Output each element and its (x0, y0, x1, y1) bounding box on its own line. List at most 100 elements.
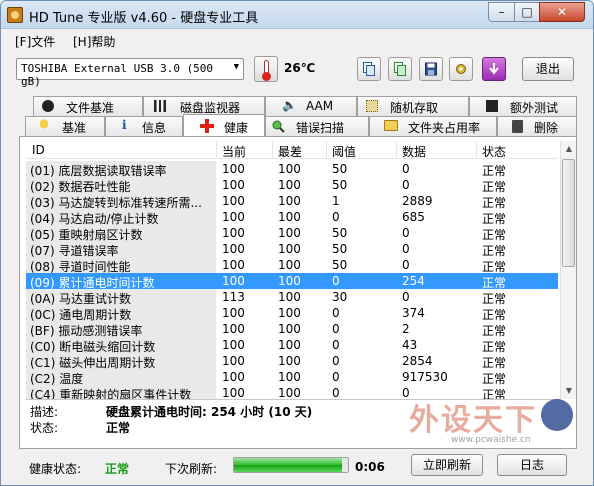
scroll-thumb[interactable] (562, 159, 575, 267)
tab-extra-tests[interactable]: 额外测试 (469, 96, 577, 116)
table-row[interactable]: (03) 马达旋转到标准转速所需... 100 100 1 2889 正常 (26, 193, 558, 210)
cell-worst: 100 (278, 178, 301, 192)
thermometer-icon (254, 56, 278, 82)
maximize-button[interactable]: □ (514, 2, 540, 22)
tab-file-benchmark[interactable]: 文件基准 (33, 96, 143, 116)
cell-data: 917530 (402, 370, 448, 384)
options-button[interactable] (449, 57, 473, 81)
download-button[interactable] (482, 57, 506, 81)
tab-disk-monitor[interactable]: 磁盘监视器 (143, 96, 265, 116)
cell-current: 113 (222, 290, 245, 304)
table-row[interactable]: (C1) 磁头伸出周期计数 100 100 0 2854 正常 (26, 353, 558, 370)
cell-data: 685 (402, 210, 425, 224)
cell-worst: 100 (278, 194, 301, 208)
description-value: 硬盘累计通电时间: 254 小时 (10 天) (106, 405, 313, 419)
tab-error-scan[interactable]: 错误扫描 (265, 116, 369, 136)
tab-label: 文件夹占用率 (408, 121, 481, 135)
column-header-threshold[interactable]: 阈值 (332, 143, 356, 160)
table-row[interactable]: (04) 马达启动/停止计数 100 100 0 685 正常 (26, 209, 558, 226)
info-icon: i (122, 118, 127, 132)
smart-table[interactable]: ID 当前 最差 阈值 数据 状态 (01) 底层数据读取错误率 100 100 50… (26, 141, 558, 399)
tab-benchmark[interactable]: 基准 (25, 116, 105, 136)
cell-worst: 100 (278, 370, 301, 384)
table-row[interactable]: (02) 数据吞吐性能 100 100 50 0 正常 (26, 177, 558, 194)
table-row[interactable]: (C2) 温度 100 100 0 917530 正常 (26, 369, 558, 386)
minimize-button[interactable]: – (488, 2, 515, 22)
cell-threshold: 0 (332, 274, 340, 288)
close-button[interactable]: ✕ (539, 2, 585, 22)
cell-id: (BF) 振动感测错误率 (26, 321, 216, 337)
drive-select[interactable]: TOSHIBA External USB 3.0 (500 gB) ▼ (16, 58, 244, 88)
title-bar[interactable]: HD Tune 专业版 v4.60 - 硬盘专业工具 – □ ✕ (1, 1, 593, 29)
tab-delete[interactable]: 删除 (497, 116, 577, 136)
table-row[interactable]: (07) 寻道错误率 100 100 50 0 正常 (26, 241, 558, 258)
cell-worst: 100 (278, 354, 301, 368)
status-bar: 健康状态: 正常 下次刷新: 0:06 立即刷新 日志 (1, 453, 593, 483)
hdtune-app-icon (7, 7, 23, 23)
column-header-status[interactable]: 状态 (482, 143, 506, 160)
toolbar: TOSHIBA External USB 3.0 (500 gB) ▼ 26℃ (1, 53, 593, 89)
table-row[interactable]: (0A) 马达重试计数 113 100 30 0 正常 (26, 289, 558, 306)
menu-file[interactable]: [F]文件 (15, 33, 55, 50)
table-row[interactable]: (BF) 振动感测错误率 100 100 0 2 正常 (26, 321, 558, 338)
scroll-up-icon[interactable]: ▲ (561, 141, 577, 157)
tab-health[interactable]: 健康 (183, 114, 265, 136)
menu-help[interactable]: [H]帮助 (73, 33, 115, 50)
error-scan-icon (271, 119, 285, 133)
table-header: ID 当前 最差 阈值 数据 状态 (26, 141, 558, 159)
cell-threshold: 0 (332, 370, 340, 384)
cell-worst: 100 (278, 306, 301, 320)
table-row[interactable]: (0C) 通电周期计数 100 100 0 374 正常 (26, 305, 558, 322)
column-header-id[interactable]: ID (32, 143, 45, 157)
attribute-name: (01) 底层数据读取错误率 (30, 164, 167, 177)
options-icon (456, 64, 466, 74)
cell-id: (0A) 马达重试计数 (26, 289, 216, 305)
cell-data: 43 (402, 338, 418, 352)
table-row[interactable]: (05) 重映射扇区计数 100 100 50 0 正常 (26, 225, 558, 242)
table-row[interactable]: (09) 累计通电时间计数 100 100 0 254 正常 (26, 273, 558, 290)
cell-threshold: 0 (332, 306, 340, 320)
benchmark-icon (40, 119, 48, 133)
cell-current: 100 (222, 274, 245, 288)
table-row[interactable]: (08) 寻道时间性能 100 100 50 0 正常 (26, 257, 558, 274)
column-header-data[interactable]: 数据 (402, 143, 426, 160)
save-button[interactable] (419, 57, 443, 81)
cell-id: (C0) 断电磁头缩回计数 (26, 337, 216, 353)
refresh-now-button[interactable]: 立即刷新 (411, 454, 483, 476)
tab-label: 信息 (142, 121, 167, 135)
table-row[interactable]: (01) 底层数据读取错误率 100 100 50 0 正常 (26, 161, 558, 178)
menu-bar: [F]文件 [H]帮助 (1, 31, 593, 51)
next-refresh-label: 下次刷新: (165, 462, 218, 476)
tab-info[interactable]: i 信息 (105, 116, 183, 136)
drive-select-value: TOSHIBA External USB 3.0 (500 gB) (21, 62, 214, 88)
cell-current: 100 (222, 258, 245, 272)
watermark-url: www.pcwaishe.cn (451, 435, 531, 445)
copy-text-button[interactable] (357, 57, 381, 81)
tab-label: 文件基准 (66, 101, 115, 115)
cell-id: (07) 寻道错误率 (26, 241, 216, 257)
cell-current: 100 (222, 386, 245, 399)
tab-random-access[interactable]: 随机存取 (357, 96, 469, 116)
cell-current: 100 (222, 178, 245, 192)
tab-label: 基准 (62, 121, 87, 135)
refresh-countdown: 0:06 (355, 460, 385, 474)
cell-current: 100 (222, 162, 245, 176)
tab-aam[interactable]: 🔈 AAM (265, 96, 357, 116)
column-header-current[interactable]: 当前 (222, 143, 246, 160)
attribute-name: (C1) 磁头伸出周期计数 (30, 356, 156, 369)
vertical-scrollbar[interactable]: ▲ ▼ (560, 141, 576, 399)
copy-screen-button[interactable] (388, 57, 412, 81)
cell-id: (01) 底层数据读取错误率 (26, 161, 216, 177)
cell-data: 254 (402, 274, 425, 288)
cell-worst: 100 (278, 338, 301, 352)
tab-folder-usage[interactable]: 文件夹占用率 (369, 116, 497, 136)
cell-data: 2 (402, 322, 410, 336)
exit-button[interactable]: 退出 (522, 57, 574, 81)
tab-label: 删除 (534, 121, 559, 135)
tab-row-top: 文件基准 磁盘监视器 🔈 AAM 随机存取 额外测试 (33, 96, 577, 116)
refresh-progress-bar (233, 457, 349, 473)
table-row[interactable]: (C0) 断电磁头缩回计数 100 100 0 43 正常 (26, 337, 558, 354)
log-button[interactable]: 日志 (497, 454, 567, 476)
column-header-worst[interactable]: 最差 (278, 143, 302, 160)
cell-data: 0 (402, 290, 410, 304)
